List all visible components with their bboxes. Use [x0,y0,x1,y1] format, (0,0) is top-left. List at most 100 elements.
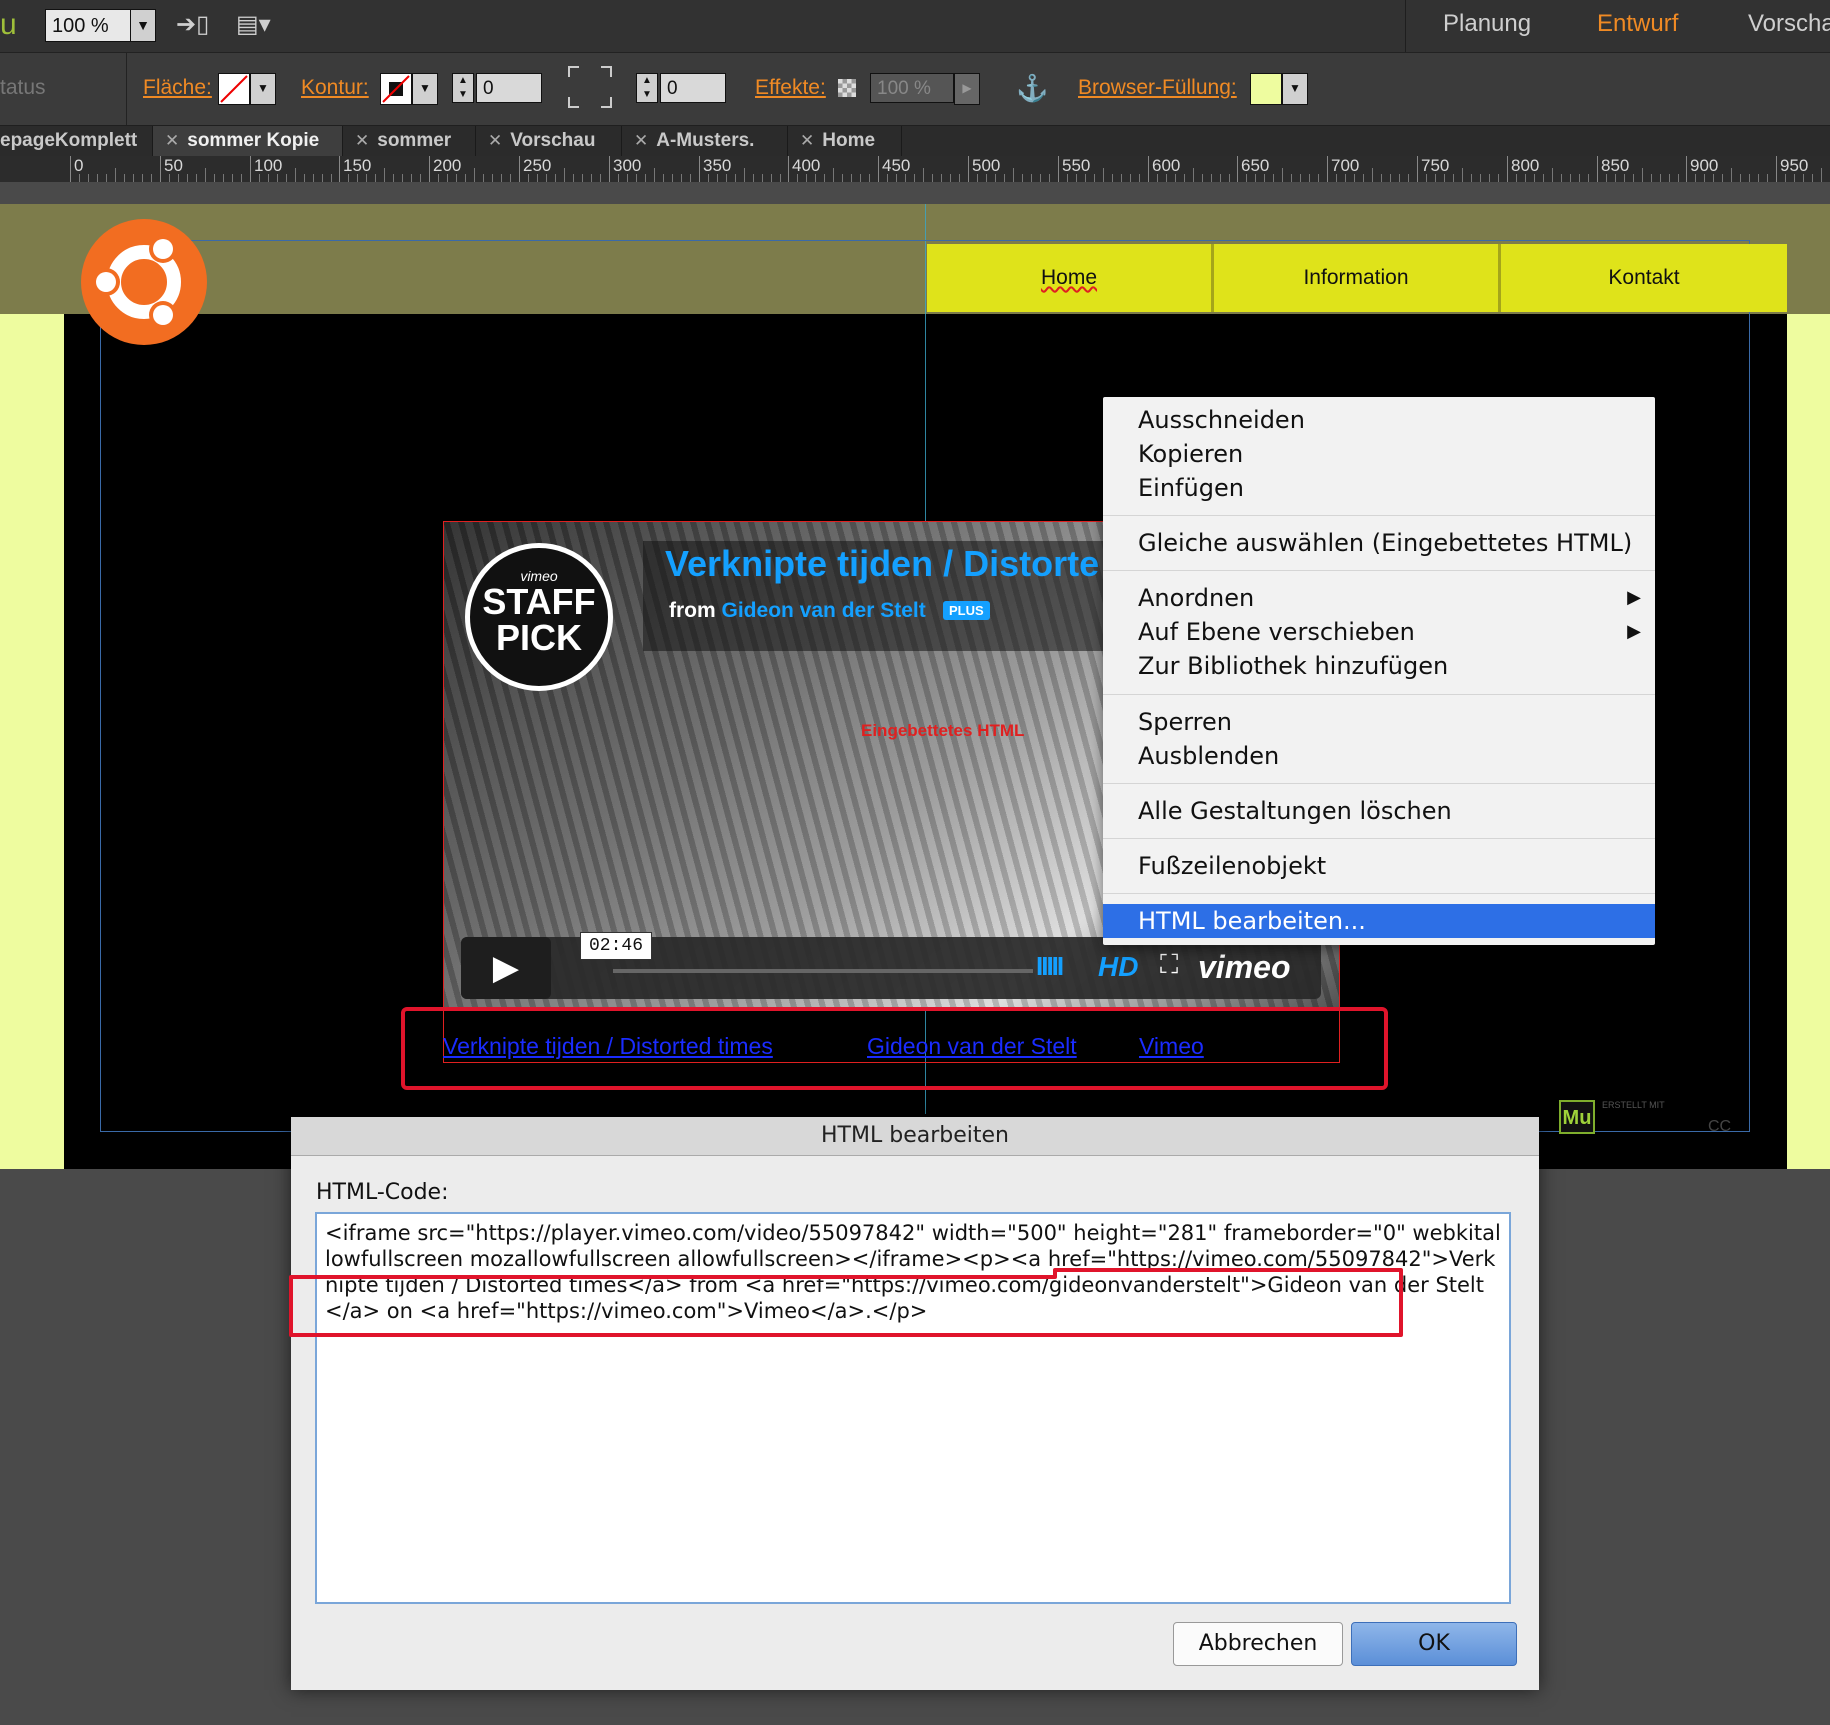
corner-stepper[interactable]: ▲ ▼ [636,73,658,103]
zoom-dropdown-button[interactable]: ▼ [130,9,156,42]
ruler-tick [1417,156,1418,182]
place-file-icon[interactable]: ➔▯ [176,10,209,39]
close-tab-icon[interactable]: ✕ [800,131,814,150]
ruler-label: 200 [433,156,462,175]
ruler-tick [1507,156,1508,182]
menu-item-sperren[interactable]: Sperren [1103,705,1655,739]
muse-badge-cc: CC [1708,1118,1732,1135]
tab-home[interactable]: ✕ Home [788,126,902,156]
opacity-slider-button[interactable]: ▶ [954,73,980,105]
ruler-minor-tick [331,174,332,182]
html-edit-dialog: HTML bearbeiten HTML-Code: <iframe src="… [291,1117,1539,1690]
menu-item-gleiche-auswaehlen[interactable]: Gleiche auswählen (Eingebettetes HTML) [1103,526,1655,560]
ruler-minor-tick [142,174,143,182]
ruler-minor-tick [483,174,484,182]
ruler-minor-tick [555,174,556,182]
menu-item-html-bearbeiten[interactable]: HTML bearbeiten... [1103,904,1655,938]
pasteboard [0,182,1830,204]
menu-item-auf-ebene-verschieben[interactable]: Auf Ebene verschieben ▶ [1103,615,1655,649]
close-tab-icon[interactable]: ✕ [488,131,502,150]
ruler-minor-tick [1651,174,1652,182]
stroke-width-field[interactable]: 0 [476,73,542,103]
menu-item-alle-gestaltungen-loeschen[interactable]: Alle Gestaltungen löschen [1103,794,1655,828]
ruler-minor-tick [905,174,906,182]
ruler-minor-tick [959,174,960,182]
ruler-minor-tick [510,174,511,182]
menu-item-fusszeilenobjekt[interactable]: Fußzeilenobjekt [1103,849,1655,883]
ruler-tick [699,156,700,182]
ruler-minor-tick [1561,174,1562,182]
ruler-tick [1327,156,1328,182]
ruler-minor-tick [1722,174,1723,182]
ruler-minor-tick [1130,174,1131,182]
nav-information[interactable]: Information [1214,244,1501,312]
ruler-minor-tick [1444,174,1445,182]
ruler-minor-tick [663,174,664,182]
fill-swatch[interactable] [218,73,250,105]
close-tab-icon[interactable]: ✕ [165,131,179,150]
ruler-minor-tick [1731,168,1732,182]
browser-fill-dropdown-button[interactable]: ▼ [1282,73,1308,105]
ruler-minor-tick [384,168,385,182]
ruler-minor-tick [1363,174,1364,182]
mode-vorschau[interactable]: Vorscha [1748,10,1830,38]
nav-kontakt[interactable]: Kontakt [1501,244,1787,312]
mode-planung[interactable]: Planung [1443,10,1531,38]
stroke-label[interactable]: Kontur: [301,76,369,100]
stroke-width-stepper[interactable]: ▲ ▼ [452,73,474,103]
divider [126,53,127,125]
mode-entwurf[interactable]: Entwurf [1597,10,1678,38]
tab-label: epageKomplett [0,130,138,151]
close-tab-icon[interactable]: ✕ [355,131,369,150]
stroke-swatch[interactable] [380,73,412,105]
ruler-tick [1148,156,1149,182]
ruler-minor-tick [1157,174,1158,182]
ruler-minor-tick [1345,174,1346,182]
ruler-minor-tick [1471,174,1472,182]
ruler-minor-tick [735,174,736,182]
tab-a-musters[interactable]: ✕ A-Musters. [622,126,788,156]
close-tab-icon[interactable]: ✕ [634,131,648,150]
cancel-button[interactable]: Abbrechen [1173,1622,1343,1666]
fill-label[interactable]: Fläche: [143,76,212,100]
ruler-minor-tick [708,174,709,182]
menu-item-einfuegen[interactable]: Einfügen [1103,471,1655,505]
ubuntu-logo-icon[interactable] [80,218,208,351]
muse-badge-icon[interactable]: Mu [1559,1100,1595,1134]
dialog-title[interactable]: HTML bearbeiten [291,1117,1539,1156]
menu-item-ausblenden[interactable]: Ausblenden [1103,739,1655,773]
menu-item-zur-bibliothek[interactable]: Zur Bibliothek hinzufügen [1103,649,1655,683]
preview-frame-icon[interactable]: ▤▾ [236,10,271,39]
tab-epagekomplett[interactable]: epageKomplett [0,126,153,156]
nav-home[interactable]: Home [927,244,1214,312]
ruler-minor-tick [1309,174,1310,182]
corner-field[interactable]: 0 [660,73,726,103]
ruler-minor-tick [1660,174,1661,182]
ruler-minor-tick [860,174,861,182]
menu-separator [1103,694,1655,695]
ruler-minor-tick [1264,174,1265,182]
browser-fill-label[interactable]: Browser-Füllung: [1078,76,1237,100]
transparency-icon [838,79,856,97]
tab-sommer-kopie[interactable]: ✕ sommer Kopie [153,126,343,156]
browser-fill-swatch[interactable] [1250,73,1282,105]
ruler-minor-tick [1453,174,1454,182]
menu-item-anordnen[interactable]: Anordnen ▶ [1103,581,1655,615]
horizontal-ruler[interactable]: 0 50 100 150 200 250 300 350 400 450 500 550 600 650 7… [0,156,1830,183]
effects-label[interactable]: Effekte: [755,76,826,100]
menu-separator [1103,783,1655,784]
ruler-minor-tick [1166,174,1167,182]
stroke-dropdown-button[interactable]: ▼ [412,73,438,105]
ok-button[interactable]: OK [1351,1622,1517,1666]
ruler-minor-tick [1121,174,1122,182]
tab-vorschau[interactable]: ✕ Vorschau [476,126,622,156]
ruler-minor-tick [1534,174,1535,182]
menu-item-ausschneiden[interactable]: Ausschneiden [1103,403,1655,437]
menu-item-kopieren[interactable]: Kopieren [1103,437,1655,471]
anchor-icon[interactable]: ⚓ [1016,73,1048,104]
fill-dropdown-button[interactable]: ▼ [250,73,276,105]
opacity-field[interactable]: 100 % [870,73,954,103]
ruler-minor-tick [196,174,197,182]
ruler-minor-tick [1094,174,1095,182]
tab-sommer[interactable]: ✕ sommer [343,126,476,156]
